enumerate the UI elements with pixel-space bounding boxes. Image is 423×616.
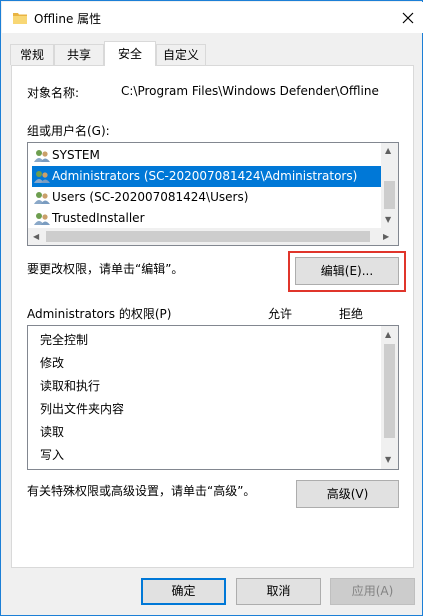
groups-vertical-scrollbar[interactable]: ▲ ▼ (381, 143, 398, 228)
list-item-label: SYSTEM (52, 148, 100, 162)
scroll-up-icon[interactable]: ▲ (385, 330, 391, 340)
tab-security[interactable]: 安全 (104, 41, 156, 66)
permission-row: 列出文件夹内容 (40, 402, 125, 416)
permission-row: 完全控制 (40, 333, 89, 347)
list-item[interactable]: Users (SC-202007081424\Users) (32, 187, 382, 208)
users-icon (34, 212, 50, 226)
scroll-up-icon[interactable]: ▲ (385, 146, 391, 156)
scrollbar-thumb[interactable] (384, 181, 395, 209)
scroll-down-icon[interactable]: ▼ (385, 215, 391, 225)
permissions-vertical-scrollbar[interactable]: ▲ ▼ (381, 326, 398, 469)
advanced-button[interactable]: 高级(V) (296, 480, 399, 508)
allow-column-header: 允许 (268, 307, 293, 321)
edit-hint: 要更改权限，请单击“编辑”。 (27, 262, 184, 276)
list-item-label: Users (SC-202007081424\Users) (52, 190, 249, 204)
permissions-title: Administrators 的权限(P) (27, 307, 172, 321)
groups-label: 组或用户名(G): (27, 124, 110, 138)
permission-row: 写入 (40, 448, 65, 462)
users-icon (34, 149, 50, 163)
list-item-label: Administrators (SC-202007081424\Administ… (52, 169, 358, 183)
list-item[interactable]: SYSTEM (32, 145, 382, 166)
ok-button[interactable]: 确定 (141, 578, 226, 605)
close-button[interactable] (395, 5, 421, 31)
scrollbar-thumb[interactable] (384, 344, 395, 438)
deny-column-header: 拒绝 (339, 307, 364, 321)
advanced-hint: 有关特殊权限或高级设置，请单击“高级”。 (27, 484, 256, 498)
tab-customize[interactable]: 自定义 (156, 44, 206, 65)
permission-row: 读取和执行 (40, 379, 101, 393)
scroll-down-icon[interactable]: ▼ (385, 455, 391, 465)
tab-general[interactable]: 常规 (10, 44, 54, 65)
window-title: Offline 属性 (34, 12, 102, 26)
list-item-label: TrustedInstaller (52, 211, 145, 225)
object-name-value: C:\Program Files\Windows Defender\Offlin… (121, 84, 379, 98)
cancel-button[interactable]: 取消 (236, 578, 321, 605)
groups-listbox[interactable]: SYSTEM Administrators (SC-202007081424\A… (27, 142, 399, 246)
folder-icon (13, 11, 27, 24)
object-name-label: 对象名称: (27, 86, 80, 100)
scroll-left-icon[interactable]: ◀ (33, 232, 39, 242)
edit-button[interactable]: 编辑(E)... (295, 257, 399, 285)
list-item[interactable]: TrustedInstaller (32, 208, 382, 229)
list-item[interactable]: Administrators (SC-202007081424\Administ… (32, 166, 382, 187)
properties-dialog: Offline 属性 常规 共享 安全 自定义 对象名称: C:\Program… (0, 0, 423, 616)
tab-sharing[interactable]: 共享 (54, 44, 104, 65)
permission-row: 修改 (40, 356, 65, 370)
permission-row: 读取 (40, 425, 65, 439)
users-icon (34, 170, 50, 184)
apply-button[interactable]: 应用(A) (330, 578, 415, 605)
permissions-listbox[interactable]: 完全控制 修改 读取和执行 列出文件夹内容 读取 写入 ▲ ▼ (27, 325, 399, 470)
groups-horizontal-scrollbar[interactable]: ◀ ▶ (28, 228, 398, 245)
users-icon (34, 191, 50, 205)
scrollbar-thumb[interactable] (46, 231, 370, 242)
scroll-right-icon[interactable]: ▶ (383, 232, 389, 242)
title-bar: Offline 属性 (2, 2, 423, 33)
